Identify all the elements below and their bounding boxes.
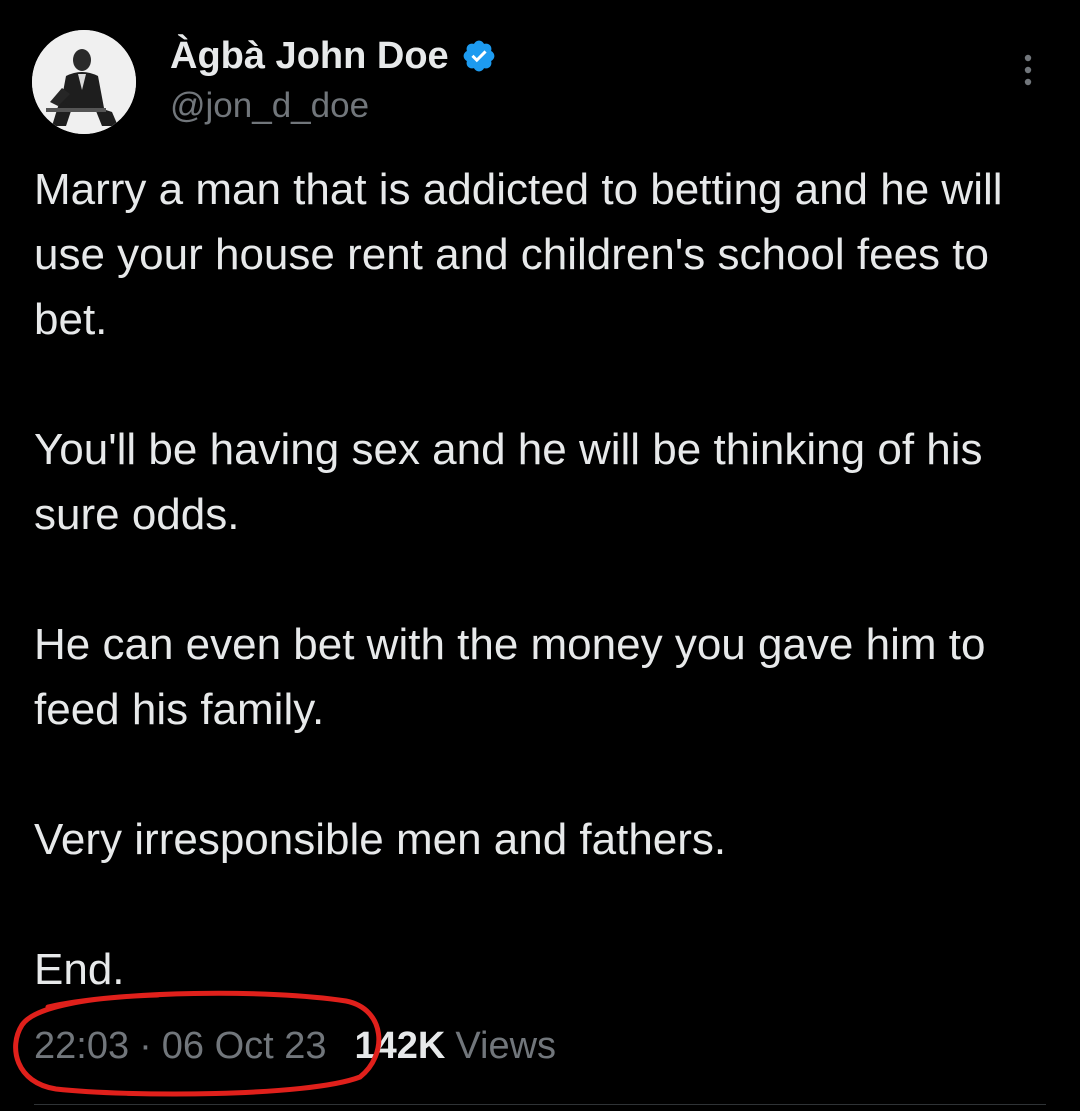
tweet-paragraph: You'll be having sex and he will be thin… bbox=[34, 425, 983, 539]
views-label: Views bbox=[455, 1025, 557, 1067]
verified-badge-icon[interactable] bbox=[461, 38, 497, 74]
author-display-name[interactable]: Àgbà John Doe bbox=[170, 34, 449, 78]
divider bbox=[34, 1104, 1046, 1105]
tweet-text: Marry a man that is addicted to betting … bbox=[34, 157, 1054, 1002]
avatar[interactable] bbox=[32, 30, 136, 134]
tweet-paragraph: Marry a man that is addicted to betting … bbox=[34, 165, 1003, 344]
meta-separator: · bbox=[139, 1025, 152, 1067]
tweet-card: Àgbà John Doe @jon_d_doe Marry a man tha… bbox=[0, 0, 1080, 1111]
tweet-meta: 22:03 · 06 Oct 23 142K Views bbox=[34, 1018, 556, 1074]
tweet-paragraph: He can even bet with the money you gave … bbox=[34, 620, 986, 734]
tweet-time[interactable]: 22:03 bbox=[34, 1018, 129, 1074]
more-vertical-icon[interactable] bbox=[1008, 50, 1048, 90]
tweet-paragraph: Very irresponsible men and fathers. bbox=[34, 815, 727, 864]
tweet-date[interactable]: 06 Oct 23 bbox=[162, 1018, 327, 1074]
tweet-paragraph: End. bbox=[34, 945, 125, 994]
author-name-row: Àgbà John Doe bbox=[170, 34, 497, 78]
portrait-avatar-icon bbox=[32, 30, 136, 134]
views-count[interactable]: 142K bbox=[355, 1018, 446, 1074]
author-handle[interactable]: @jon_d_doe bbox=[170, 84, 369, 128]
